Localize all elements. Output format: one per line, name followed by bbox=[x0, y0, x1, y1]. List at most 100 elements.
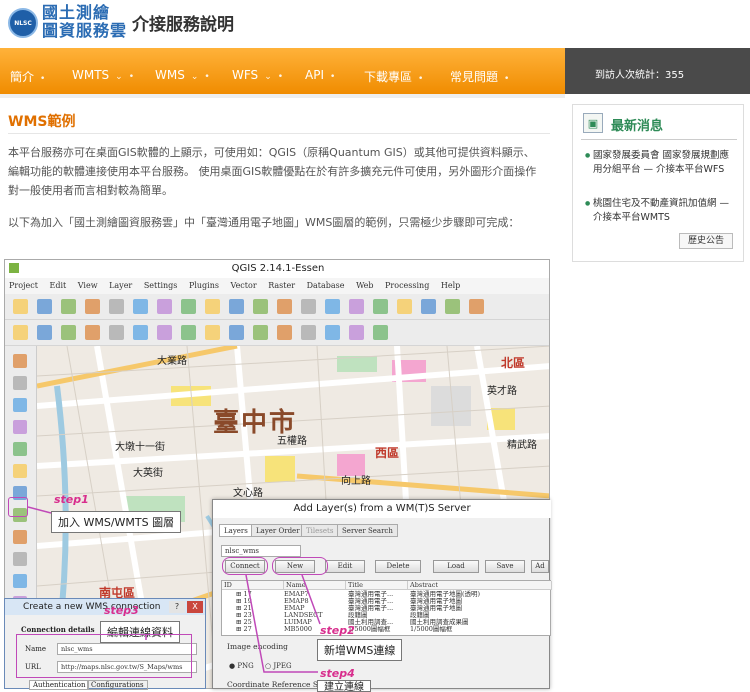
save-as-icon[interactable] bbox=[85, 299, 100, 314]
add-raster-layer-icon[interactable] bbox=[13, 376, 27, 390]
new-project-icon[interactable] bbox=[253, 299, 268, 314]
visitor-counter: 到訪人次統計：355 bbox=[565, 48, 750, 94]
map-road-label: 大墩十一街 bbox=[115, 442, 165, 453]
add-feature-icon[interactable] bbox=[85, 325, 100, 340]
connection-select[interactable]: nlsc_wms bbox=[221, 545, 301, 557]
copy-icon[interactable] bbox=[181, 325, 196, 340]
nav-item-download[interactable]: 下載專區 • bbox=[364, 68, 423, 85]
close-icon[interactable]: X bbox=[187, 601, 203, 613]
load-button[interactable]: Load bbox=[433, 560, 479, 573]
step4-highlight bbox=[222, 557, 268, 575]
add-spatialite-icon[interactable] bbox=[13, 420, 27, 434]
news-icon: ▣ bbox=[583, 113, 603, 133]
move-feature-icon[interactable] bbox=[109, 325, 124, 340]
nav-item-wfs[interactable]: WFS ⌄ • bbox=[232, 68, 283, 82]
edit-button[interactable]: Edit bbox=[325, 560, 365, 573]
map-road-label: 五權路 bbox=[277, 436, 307, 447]
map-road-label: 大業路 bbox=[157, 356, 187, 367]
news-item[interactable]: 國家發展委員會 國家發展規劃應用分組平台 — 介接本平台WFS bbox=[585, 149, 735, 177]
visitor-count: 355 bbox=[665, 70, 685, 81]
move-feature-icon[interactable] bbox=[373, 325, 388, 340]
pencil-icon[interactable] bbox=[301, 325, 316, 340]
delete-icon[interactable] bbox=[133, 325, 148, 340]
pan-icon[interactable] bbox=[181, 299, 196, 314]
refresh-icon[interactable] bbox=[445, 299, 460, 314]
table-row[interactable]: ⊞ 27 MB5000 1/5000圖幅框 1/5000圖幅框 bbox=[222, 626, 552, 633]
nav-item-api[interactable]: API • bbox=[305, 68, 335, 82]
save-button[interactable]: Save bbox=[485, 560, 525, 573]
menu-item: Database bbox=[306, 281, 345, 290]
logo-text-line2[interactable]: 圖資服務雲 bbox=[42, 22, 127, 40]
tab-layer-order[interactable]: Layer Order bbox=[251, 524, 305, 537]
add-oracle-icon[interactable] bbox=[13, 464, 27, 478]
encoding-png-radio[interactable]: ● PNG bbox=[229, 662, 254, 670]
nav-item-intro[interactable]: 簡介 • bbox=[10, 68, 45, 85]
add-default-button[interactable]: Ad bbox=[531, 560, 549, 573]
zoom-in-icon[interactable] bbox=[133, 299, 148, 314]
history-announcements-button[interactable]: 歷史公告 bbox=[679, 233, 733, 249]
add-mssql-icon[interactable] bbox=[13, 442, 27, 456]
tab-tilesets[interactable]: Tilesets bbox=[301, 524, 339, 537]
encoding-jpeg-radio[interactable]: ○ JPEG bbox=[265, 662, 292, 670]
add-feature-icon[interactable] bbox=[349, 325, 364, 340]
open-project-icon[interactable] bbox=[37, 299, 52, 314]
new-shapefile-icon[interactable] bbox=[13, 574, 27, 588]
open-project-icon[interactable] bbox=[277, 299, 292, 314]
new-project-icon[interactable] bbox=[13, 299, 28, 314]
edit-icon[interactable] bbox=[13, 325, 28, 340]
nav-item-wms[interactable]: WMS ⌄ • bbox=[155, 68, 210, 82]
tab-server-search[interactable]: Server Search bbox=[337, 524, 398, 537]
site-header: NLSC 國土測繪 圖資服務雲 介接服務說明 bbox=[0, 0, 750, 48]
column-header-title[interactable]: Title bbox=[346, 581, 408, 590]
identify-icon[interactable] bbox=[229, 299, 244, 314]
save-as-icon[interactable] bbox=[325, 299, 340, 314]
add-wfs-icon[interactable] bbox=[13, 552, 27, 566]
intro-paragraph: 本平台服務亦可在桌面GIS軟體的上顯示，可使用如：QGIS（原稱Quantum … bbox=[8, 146, 537, 197]
section-divider bbox=[8, 133, 550, 134]
pan-icon[interactable] bbox=[421, 299, 436, 314]
paste-icon[interactable] bbox=[205, 325, 220, 340]
menu-item: Web bbox=[356, 281, 374, 290]
qgis-toolbar-2 bbox=[5, 320, 549, 346]
zoom-out-icon[interactable] bbox=[157, 299, 172, 314]
nlsc-logo-icon[interactable]: NLSC bbox=[8, 8, 38, 38]
pencil-icon[interactable] bbox=[37, 325, 52, 340]
news-panel: ▣ 最新消息 國家發展委員會 國家發展規劃應用分組平台 — 介接本平台WFS 桃… bbox=[572, 104, 744, 262]
map-district-label: 西區 bbox=[375, 446, 400, 460]
menu-item: Processing bbox=[385, 281, 430, 290]
main-nav: 簡介 • WMTS ⌄ • WMS ⌄ • WFS ⌄ • API • 下載專區 • 常見問題 • bbox=[0, 48, 565, 94]
example-paragraph: 以下為加入「國土測繪圖資服務雲」中「臺灣通用電子地圖」WMS圖層的範例，只需極少… bbox=[8, 216, 520, 229]
delete-button[interactable]: Delete bbox=[375, 560, 421, 573]
column-header-id[interactable]: ID bbox=[222, 581, 284, 590]
refresh-icon[interactable] bbox=[205, 299, 220, 314]
add-vector-layer-icon[interactable] bbox=[13, 354, 27, 368]
save-edits-icon[interactable] bbox=[61, 325, 76, 340]
identify-icon[interactable] bbox=[469, 299, 484, 314]
nav-item-wmts[interactable]: WMTS ⌄ • bbox=[72, 68, 134, 82]
python-icon[interactable] bbox=[253, 325, 268, 340]
table-row[interactable]: ⊞ 21 EMAP 臺灣通用電子... 臺灣通用電子地圖 bbox=[222, 605, 552, 612]
save-edits-icon[interactable] bbox=[325, 325, 340, 340]
nav-item-faq[interactable]: 常見問題 • bbox=[450, 68, 509, 85]
edit-icon[interactable] bbox=[277, 325, 292, 340]
label-icon[interactable] bbox=[229, 325, 244, 340]
print-icon[interactable] bbox=[349, 299, 364, 314]
news-title: 最新消息 bbox=[611, 119, 664, 134]
news-item[interactable]: 桃園住宅及不動產資訊加值網 — 介接本平台WMTS bbox=[585, 197, 735, 225]
zoom-out-icon[interactable] bbox=[397, 299, 412, 314]
add-wcs-icon[interactable] bbox=[13, 530, 27, 544]
column-header-name[interactable]: Name bbox=[284, 581, 346, 590]
step2-highlight bbox=[272, 557, 328, 575]
tab-layers[interactable]: Layers bbox=[219, 524, 253, 537]
zoom-in-icon[interactable] bbox=[373, 299, 388, 314]
help-icon[interactable]: ? bbox=[169, 601, 185, 613]
print-icon[interactable] bbox=[109, 299, 124, 314]
table-cell-id: ⊞ 27 bbox=[236, 625, 252, 633]
cut-icon[interactable] bbox=[157, 325, 172, 340]
table-cell-name: MB5000 bbox=[284, 625, 312, 633]
save-project-icon[interactable] bbox=[61, 299, 76, 314]
logo-text-line1[interactable]: 國土測繪 bbox=[42, 4, 110, 22]
add-postgis-icon[interactable] bbox=[13, 398, 27, 412]
save-project-icon[interactable] bbox=[301, 299, 316, 314]
column-header-abstract[interactable]: Abstract bbox=[408, 581, 552, 590]
